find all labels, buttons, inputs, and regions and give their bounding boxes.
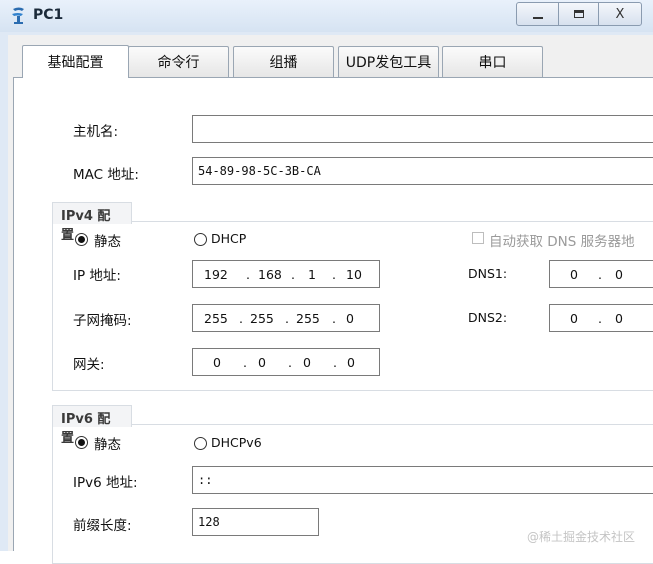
ipv4-dhcp-radio[interactable] [194, 233, 207, 246]
tab-serial[interactable]: 串口 [442, 46, 543, 77]
mask-dot: . [285, 311, 289, 326]
ip-address-label: IP 地址: [73, 268, 121, 284]
maximize-button[interactable] [558, 2, 599, 26]
ipv6-static-label: 静态 [94, 437, 121, 453]
tab-command-line[interactable]: 命令行 [128, 46, 229, 77]
minimize-button[interactable] [516, 2, 559, 26]
tab-label: UDP发包工具 [345, 55, 432, 71]
ip-dot: . [246, 267, 250, 282]
watermark: @稀土掘金技术社区 [527, 530, 636, 544]
subnet-mask-input[interactable]: 255 . 255 . 255 . 0 [192, 304, 380, 332]
ipv4-static-radio[interactable] [75, 233, 88, 246]
gw-octet: 0 [258, 355, 266, 370]
dns1-label: DNS1: [468, 266, 508, 281]
tab-basic-config[interactable]: 基础配置 [22, 45, 129, 78]
auto-dns-checkbox[interactable] [472, 232, 484, 244]
mac-label: MAC 地址: [73, 167, 139, 183]
basic-config-panel: 主机名: MAC 地址: 54-89-98-5C-3B-CA IPv4 配置 静… [13, 77, 653, 564]
ipv6-address-input[interactable]: :: [192, 466, 653, 494]
ip-dot: . [332, 267, 336, 282]
ip-dot: . [291, 267, 295, 282]
subnet-mask-label: 子网掩码: [73, 313, 132, 329]
dns2-octet: 0 [615, 311, 623, 326]
mask-octet: 255 [250, 311, 274, 326]
dns2-dot: . [598, 311, 602, 326]
gw-octet: 0 [213, 355, 221, 370]
close-button[interactable]: X [598, 2, 642, 26]
window-title: PC1 [33, 7, 64, 23]
mac-address-field: 54-89-98-5C-3B-CA [192, 157, 653, 185]
ip-octet: 1 [308, 267, 316, 282]
dns1-octet: 0 [570, 267, 578, 282]
tab-udp-tool[interactable]: UDP发包工具 [338, 46, 439, 77]
gw-octet: 0 [303, 355, 311, 370]
ipv6-group-title: IPv6 配置 [52, 405, 132, 446]
gateway-label: 网关: [73, 357, 105, 373]
ipv4-dhcp-label: DHCP [211, 231, 247, 246]
mask-octet: 0 [346, 311, 354, 326]
app-icon [12, 7, 24, 24]
mask-dot: . [332, 311, 336, 326]
tab-label: 组播 [269, 55, 298, 71]
ipv6-dhcp-label: DHCPv6 [211, 435, 262, 450]
ipv6-dhcp-radio[interactable] [194, 437, 207, 450]
close-icon: X [615, 6, 625, 22]
ipv4-static-label: 静态 [94, 234, 121, 250]
ipv4-group-title: IPv4 配置 [52, 202, 132, 243]
gw-octet: 0 [347, 355, 355, 370]
mask-octet: 255 [204, 311, 228, 326]
ip-octet: 192 [204, 267, 228, 282]
mask-octet: 255 [296, 311, 320, 326]
dns2-input[interactable]: 0 . 0 [549, 304, 653, 332]
auto-dns-label: 自动获取 DNS 服务器地 [489, 234, 635, 250]
dns1-octet: 0 [615, 267, 623, 282]
mask-dot: . [239, 311, 243, 326]
prefix-length-input[interactable]: 128 [192, 508, 319, 536]
title-bar[interactable]: PC1 X [0, 0, 653, 32]
window-client: 基础配置 命令行 组播 UDP发包工具 串口 主机名: MAC 地址: 54-8… [8, 35, 653, 564]
dns2-label: DNS2: [468, 310, 508, 325]
dns2-octet: 0 [570, 311, 578, 326]
tab-multicast[interactable]: 组播 [233, 46, 334, 77]
ip-address-input[interactable]: 192 . 168 . 1 . 10 [192, 260, 380, 288]
ip-octet: 10 [346, 267, 362, 282]
gw-dot: . [243, 355, 247, 370]
dns1-input[interactable]: 0 . 0 [549, 260, 653, 288]
minimize-icon [532, 17, 543, 19]
window-frame: PC1 X 基础配置 命令行 组播 UDP发包工具 串口 主机名: MAC 地址… [0, 0, 653, 564]
hostname-input[interactable] [192, 115, 653, 143]
maximize-icon [573, 10, 584, 18]
hostname-label: 主机名: [73, 124, 119, 140]
gw-dot: . [288, 355, 292, 370]
ipv6-address-label: IPv6 地址: [73, 475, 138, 491]
ip-octet: 168 [258, 267, 282, 282]
tab-label: 基础配置 [47, 55, 104, 71]
tab-label: 串口 [478, 55, 507, 71]
tab-label: 命令行 [157, 55, 200, 71]
dns1-dot: . [598, 267, 602, 282]
prefix-length-label: 前缀长度: [73, 518, 132, 534]
gateway-input[interactable]: 0 . 0 . 0 . 0 [192, 348, 380, 376]
ipv6-static-radio[interactable] [75, 436, 88, 449]
gw-dot: . [333, 355, 337, 370]
